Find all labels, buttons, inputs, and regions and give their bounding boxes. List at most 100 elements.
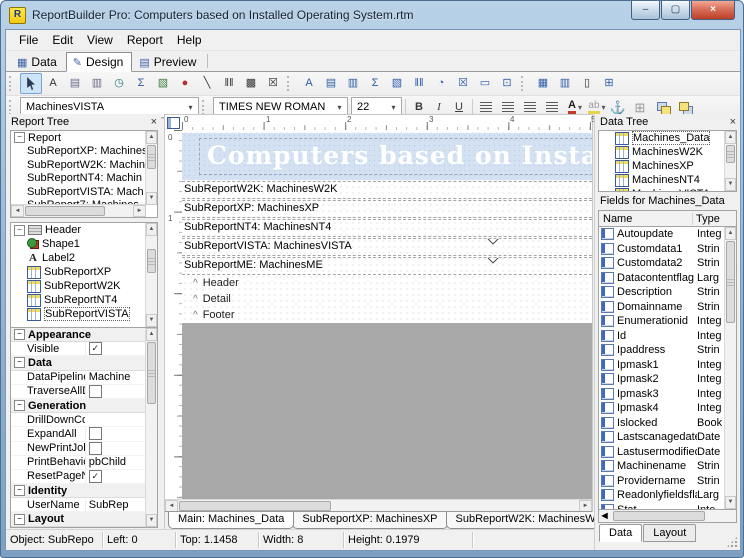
field-row[interactable]: Readonlyfieldsflag Larg xyxy=(599,488,736,503)
subreport-band[interactable]: SubReportNT4: MachinesNT4 xyxy=(182,219,592,237)
toolbar-grip[interactable] xyxy=(287,76,294,91)
scroll-down-arrow[interactable]: ▼ xyxy=(725,178,736,191)
shape-tool-icon[interactable]: ● xyxy=(174,73,196,94)
tab-preview[interactable]: ▤ Preview xyxy=(132,52,205,72)
subreport-band[interactable]: SubReportVISTA: MachinesVISTA xyxy=(182,238,592,256)
panel-tab[interactable]: Data xyxy=(599,524,642,542)
title-band[interactable]: Computers based on Installed Operating xyxy=(182,133,592,180)
field-row[interactable]: Machinename Strin xyxy=(599,459,736,474)
scroll-right-arrow[interactable]: ► xyxy=(133,205,146,217)
scroll-down-arrow[interactable]: ▼ xyxy=(146,514,157,527)
collapse-icon[interactable]: − xyxy=(14,514,25,525)
data-tree-vscrollbar[interactable]: ▲▼ xyxy=(724,131,736,191)
field-row[interactable]: Enumerationid Integ xyxy=(599,314,736,329)
selection-handle[interactable] xyxy=(487,238,498,245)
property-value[interactable]: pbChild xyxy=(89,456,126,468)
property-row[interactable]: − Visible ✓ xyxy=(11,342,157,356)
tree-node-object[interactable]: SubReportNT4 xyxy=(11,293,157,307)
select-tool-icon[interactable] xyxy=(20,73,42,94)
column-name[interactable]: Name xyxy=(599,213,693,225)
property-row[interactable]: − Height 0.1979 xyxy=(11,527,157,528)
dbcheckbox-tool-icon[interactable]: ☒ xyxy=(452,73,474,94)
close-button[interactable]: × xyxy=(691,1,735,20)
collapse-icon[interactable]: − xyxy=(14,132,25,143)
scroll-up-arrow[interactable]: ▲ xyxy=(725,131,736,144)
field-row[interactable]: Ipmask4 Integ xyxy=(599,401,736,416)
dbtext-tool-icon[interactable]: A xyxy=(298,73,320,94)
table-grid-icon[interactable]: ▥ xyxy=(554,73,576,94)
tree-node-object[interactable]: SubReportVISTA xyxy=(11,307,157,321)
property-row[interactable]: − NewPrintJob xyxy=(11,442,157,456)
subreport-band[interactable]: SubReportW2K: MachinesW2K xyxy=(182,181,592,199)
tab-design[interactable]: ✎ Design xyxy=(66,52,133,72)
property-row[interactable]: − Appearance xyxy=(11,328,157,342)
property-checkbox[interactable] xyxy=(89,427,102,440)
groups-icon[interactable]: ▦ xyxy=(532,73,554,94)
minimize-button[interactable]: – xyxy=(631,1,660,20)
property-row[interactable]: − UserName SubRep xyxy=(11,498,157,512)
dbimage-tool-icon[interactable]: ▧ xyxy=(386,73,408,94)
menu-item[interactable]: View xyxy=(80,31,120,49)
barcode-2d-tool-icon[interactable]: ▩ xyxy=(240,73,262,94)
field-row[interactable]: Islocked Book xyxy=(599,416,736,431)
band-marker[interactable]: ^ Detail xyxy=(182,291,592,307)
property-value[interactable]: Machine xyxy=(89,371,131,383)
property-row[interactable]: − DrillDownCompone xyxy=(11,413,157,427)
property-checkbox[interactable] xyxy=(89,442,102,455)
property-value[interactable]: 0.1979 xyxy=(89,527,123,528)
tree-node-subreport[interactable]: SubReportXP: Machines xyxy=(11,145,157,159)
toolbar-grip[interactable] xyxy=(9,100,16,115)
close-icon[interactable]: × xyxy=(151,117,157,127)
property-vscrollbar[interactable]: ▲▼ xyxy=(145,328,157,527)
system-variable-tool-icon[interactable]: ◷ xyxy=(108,73,130,94)
variable-tool-icon[interactable]: Σ xyxy=(130,73,152,94)
field-row[interactable]: Ipmask1 Integ xyxy=(599,358,736,373)
scroll-up-arrow[interactable]: ▲ xyxy=(146,223,157,236)
property-checkbox[interactable]: ✓ xyxy=(89,470,102,483)
property-row[interactable]: − ResetPageNo ✓ xyxy=(11,470,157,484)
collapse-icon[interactable]: − xyxy=(14,485,25,496)
field-row[interactable]: Lastscanagedate Date xyxy=(599,430,736,445)
scroll-up-arrow[interactable]: ▲ xyxy=(146,328,157,341)
barcode-tool-icon[interactable]: ‖‖ xyxy=(218,73,240,94)
menu-item[interactable]: Help xyxy=(170,31,209,49)
collapse-icon[interactable]: − xyxy=(14,329,25,340)
property-row[interactable]: − ExpandAll xyxy=(11,427,157,441)
fields-hscrollbar[interactable]: ◄► xyxy=(598,510,737,523)
data-tree-node[interactable]: MachinesXP xyxy=(599,159,736,173)
property-row[interactable]: − Layout xyxy=(11,512,157,526)
toolbar-grip[interactable] xyxy=(521,76,528,91)
collapse-icon[interactable]: − xyxy=(14,400,25,411)
report-tree-vscrollbar[interactable]: ▲▼ xyxy=(145,131,157,205)
field-row[interactable]: Domainname Strin xyxy=(599,300,736,315)
designer-tab[interactable]: SubReportXP: MachinesXP xyxy=(292,512,447,529)
tree-node-object[interactable]: Shape1 xyxy=(11,237,157,251)
object-tree-vscrollbar[interactable]: ▲▼ xyxy=(145,223,157,327)
menu-item[interactable]: File xyxy=(12,31,45,49)
report-title-label[interactable]: Computers based on Installed Operating xyxy=(199,138,592,175)
checkbox-tool-icon[interactable]: ☒ xyxy=(262,73,284,94)
toolbar-grip[interactable] xyxy=(202,100,209,115)
dbmemo-tool-icon[interactable]: ▤ xyxy=(320,73,342,94)
tree-node-subreport[interactable]: SubReportVISTA: Mach xyxy=(11,185,157,199)
band-marker[interactable]: ^ Header xyxy=(182,275,592,291)
data-tree-node[interactable]: MachinesVISTA xyxy=(599,187,736,192)
maximize-button[interactable]: ▢ xyxy=(661,1,690,20)
dbrichtext-tool-icon[interactable]: ▥ xyxy=(342,73,364,94)
menu-item[interactable]: Edit xyxy=(45,31,80,49)
field-row[interactable]: Customdata2 Strin xyxy=(599,256,736,271)
scroll-left-arrow[interactable]: ◄ xyxy=(11,205,24,217)
tree-node-subreport[interactable]: SubReportNT4: Machin xyxy=(11,172,157,186)
field-row[interactable]: Description Strin xyxy=(599,285,736,300)
field-row[interactable]: Datacontentflag Larg xyxy=(599,271,736,286)
subreport-band[interactable]: SubReportXP: MachinesXP xyxy=(182,200,592,218)
tree-node-object[interactable]: SubReportXP xyxy=(11,265,157,279)
memo-tool-icon[interactable]: ▤ xyxy=(64,73,86,94)
field-row[interactable]: Customdata1 Strin xyxy=(599,242,736,257)
property-value[interactable]: SubRep xyxy=(89,499,129,511)
subreport-tool-icon[interactable]: ⊡ xyxy=(496,73,518,94)
region-tool-icon[interactable]: ▭ xyxy=(474,73,496,94)
title-bar[interactable]: R ReportBuilder Pro: Computers based on … xyxy=(1,1,743,29)
property-row[interactable]: − Generation xyxy=(11,399,157,413)
label-tool-icon[interactable]: A xyxy=(42,73,64,94)
